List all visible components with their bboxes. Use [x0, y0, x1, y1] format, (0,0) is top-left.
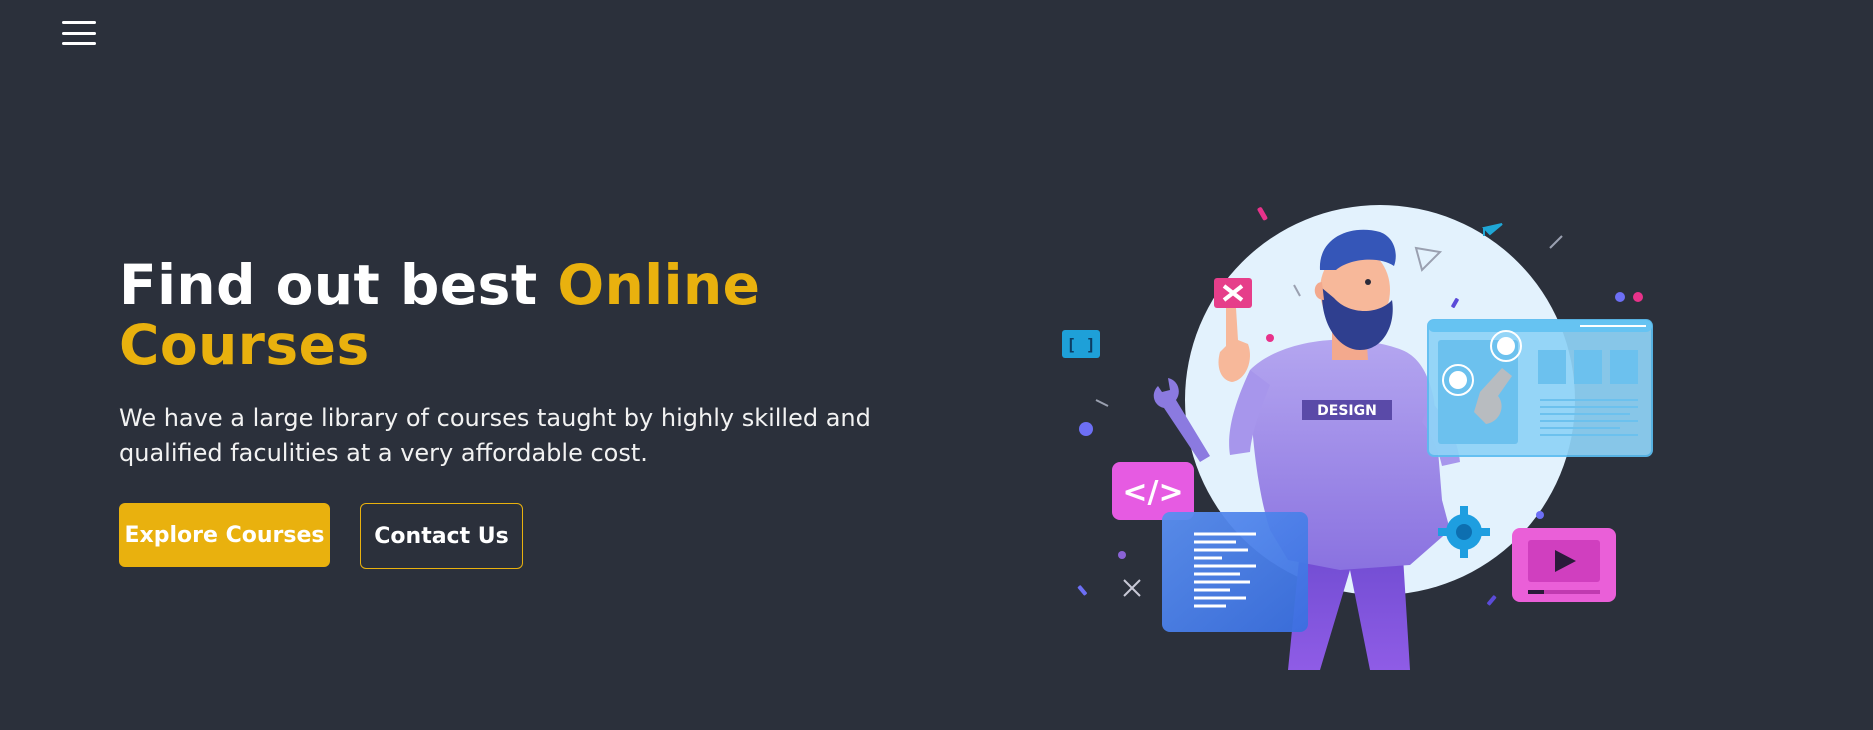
confetti: [1077, 585, 1087, 596]
dot: [1615, 292, 1625, 302]
hero-title-text: Find out best: [119, 253, 558, 317]
contact-us-button[interactable]: Contact Us: [360, 503, 523, 569]
dot: [1118, 551, 1126, 559]
hero-title-highlight-2: Courses: [119, 313, 370, 377]
browser-tile: [1610, 350, 1638, 384]
line-deco: [1549, 235, 1563, 249]
explore-courses-button[interactable]: Explore Courses: [119, 503, 330, 567]
menu-bar: [62, 42, 96, 45]
hero-title-highlight: Online: [557, 253, 761, 317]
touch-point: [1497, 337, 1515, 355]
shirt-text: DESIGN: [1317, 403, 1377, 419]
dot: [1536, 511, 1544, 519]
hero-buttons: Explore Courses Contact Us: [119, 503, 939, 569]
bracket-text: [ ]: [1067, 335, 1096, 354]
confetti: [1257, 207, 1268, 221]
hero-section: Find out best Online Courses We have a la…: [119, 255, 939, 569]
line-deco: [1095, 399, 1109, 407]
code-document-card: [1162, 512, 1308, 632]
flag: [1482, 223, 1503, 236]
confetti: [1487, 595, 1497, 606]
hero-description: We have a large library of courses taugh…: [119, 404, 871, 467]
x-mark: [1123, 579, 1141, 597]
hero-illustration: [ ] </> DESIGN: [1062, 205, 1653, 670]
dot: [1079, 422, 1093, 436]
browser-tile: [1538, 350, 1566, 384]
menu-bar: [62, 31, 96, 35]
dot: [1266, 334, 1274, 342]
touch-point: [1449, 371, 1467, 389]
menu-bar: [62, 21, 96, 24]
hamburger-menu-icon[interactable]: [60, 18, 98, 48]
browser-tile: [1574, 350, 1602, 384]
dot: [1633, 292, 1643, 302]
hero-title: Find out best Online Courses: [119, 255, 939, 375]
code-tag-text: </>: [1122, 475, 1183, 510]
eye: [1365, 279, 1371, 285]
